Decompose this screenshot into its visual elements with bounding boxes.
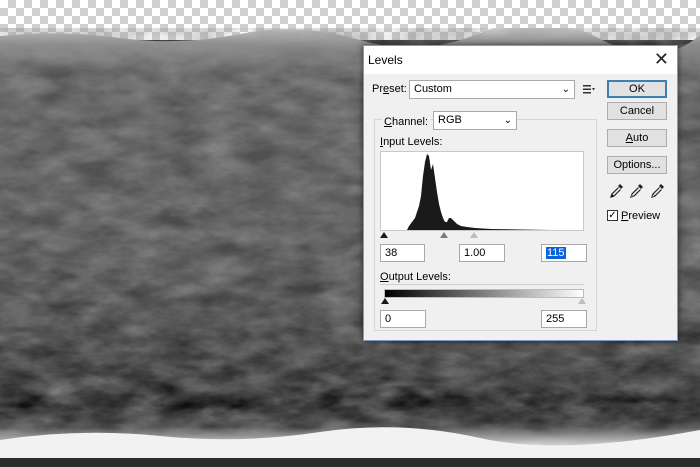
- output-white-field[interactable]: 255: [541, 310, 587, 328]
- input-gamma-field[interactable]: 1.00: [459, 244, 505, 262]
- black-eyedropper-icon[interactable]: [610, 183, 624, 199]
- input-white-value: 115: [546, 247, 566, 259]
- histogram-graph: [407, 154, 551, 230]
- output-gradient-bar: [384, 289, 584, 298]
- options-button[interactable]: Options...: [607, 156, 667, 174]
- output-divider: [380, 284, 584, 285]
- dialog-titlebar[interactable]: Levels ✕: [364, 46, 677, 74]
- chevron-down-icon: ⌄: [561, 84, 570, 95]
- input-white-slider[interactable]: [470, 232, 478, 238]
- input-black-field[interactable]: 38: [380, 244, 425, 262]
- output-white-slider[interactable]: [578, 298, 586, 304]
- input-black-slider[interactable]: [380, 232, 388, 238]
- preset-label: Preset:: [372, 83, 407, 95]
- cancel-button[interactable]: Cancel: [607, 102, 667, 120]
- output-black-slider[interactable]: [381, 298, 389, 304]
- input-levels-label: Input Levels:: [380, 136, 443, 148]
- close-icon[interactable]: ✕: [654, 50, 669, 68]
- channel-dropdown[interactable]: RGB ⌄: [433, 111, 517, 130]
- gray-eyedropper-icon[interactable]: [630, 183, 644, 199]
- channel-label: Channel:: [382, 116, 431, 128]
- white-eyedropper-icon[interactable]: [651, 183, 665, 199]
- input-gamma-slider[interactable]: [440, 232, 448, 238]
- input-white-field[interactable]: 115: [541, 244, 587, 262]
- preset-menu-icon[interactable]: [583, 83, 595, 95]
- dialog-title: Levels: [368, 53, 403, 67]
- channel-value: RGB: [438, 114, 462, 126]
- auto-button[interactable]: Auto: [607, 129, 667, 147]
- preset-dropdown[interactable]: Custom ⌄: [409, 80, 575, 99]
- preview-checkbox[interactable]: ✓: [607, 210, 618, 221]
- levels-dialog: Levels ✕ Preset: Custom ⌄ Channel: RGB ⌄…: [363, 45, 678, 341]
- histogram: [380, 151, 584, 231]
- output-levels-label: Output Levels:: [380, 271, 451, 283]
- preset-value: Custom: [414, 83, 452, 95]
- output-black-field[interactable]: 0: [380, 310, 426, 328]
- preview-label[interactable]: Preview: [621, 210, 660, 222]
- chevron-down-icon: ⌄: [503, 115, 512, 126]
- ok-button[interactable]: OK: [607, 80, 667, 98]
